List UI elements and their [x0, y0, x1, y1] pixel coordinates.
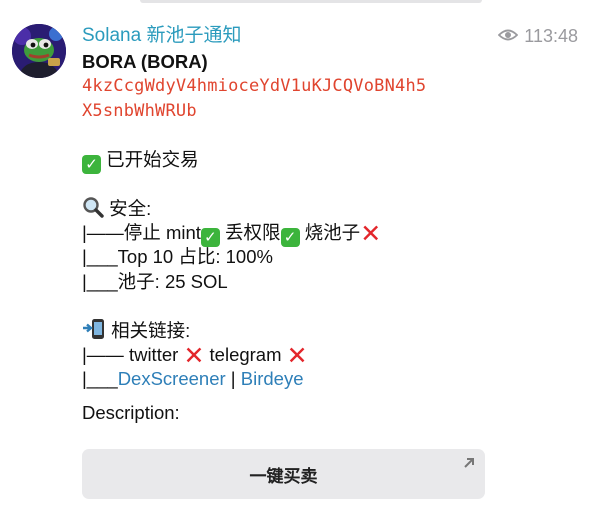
cross-mark-emoji: ✕: [286, 341, 308, 370]
message-time: 113:48: [524, 26, 578, 46]
eye-icon: [498, 24, 519, 48]
token-address-line-1[interactable]: 4kzCcgWdyV4hmioceYdV1uKJCQVoBN4h5: [82, 74, 592, 98]
previous-message-edge: [140, 0, 482, 3]
link-separator: |: [225, 368, 241, 390]
dexscreener-link[interactable]: DexScreener: [118, 368, 226, 389]
message-body: BORA (BORA) 4kzCcgWdyV4hmioceYdV1uKJCQVo…: [82, 50, 592, 426]
chart-links-prefix: |___: [82, 368, 118, 390]
birdeye-link[interactable]: Birdeye: [241, 368, 304, 389]
cross-mark-emoji: ✕: [360, 219, 382, 248]
stop-mint-label: |——停止 mint: [82, 221, 201, 243]
token-title: BORA (BORA): [82, 51, 208, 72]
top10-line: |___Top 10 占比: 100%: [82, 246, 273, 268]
renounce-label: 丢权限: [219, 221, 281, 243]
chart-links-line: |___DexScreener | Birdeye: [82, 367, 592, 391]
buy-sell-button-label: 一键买卖: [249, 466, 318, 486]
description-label: Description:: [82, 402, 180, 424]
check-mark-emoji: ✓: [280, 227, 300, 247]
arrow-up-right-icon: [462, 455, 476, 475]
links-heading: 相关链接:: [111, 320, 191, 342]
cross-mark-emoji: ✕: [183, 341, 205, 370]
security-checks-line: |——停止 mint ✓ 丢权限 ✓ 烧池子✕: [82, 219, 592, 248]
buy-sell-button[interactable]: 一键买卖: [82, 449, 485, 499]
security-heading-line: 安全:: [82, 196, 592, 220]
status-text: 已开始交易: [106, 148, 199, 170]
check-mark-emoji: ✓: [200, 227, 220, 247]
token-address-line-2[interactable]: X5snbWhWRUb: [82, 99, 592, 123]
frog-avatar-image: [12, 24, 66, 78]
social-links-line: |—— twitter ✕ telegram ✕: [82, 341, 592, 370]
telegram-label: telegram: [204, 343, 287, 365]
message-meta: 113:48: [498, 24, 578, 48]
burn-pool-label: 烧池子: [299, 221, 361, 243]
security-heading: 安全:: [109, 198, 152, 220]
check-mark-button-emoji: ✓: [82, 154, 101, 174]
twitter-label: |—— twitter: [82, 343, 184, 365]
status-line: ✓ 已开始交易: [82, 148, 592, 174]
pool-line: |___池子: 25 SOL: [82, 270, 228, 292]
links-heading-line: 相关链接:: [82, 318, 592, 342]
channel-name[interactable]: Solana 新池子通知: [82, 24, 241, 48]
channel-avatar[interactable]: [12, 24, 66, 78]
